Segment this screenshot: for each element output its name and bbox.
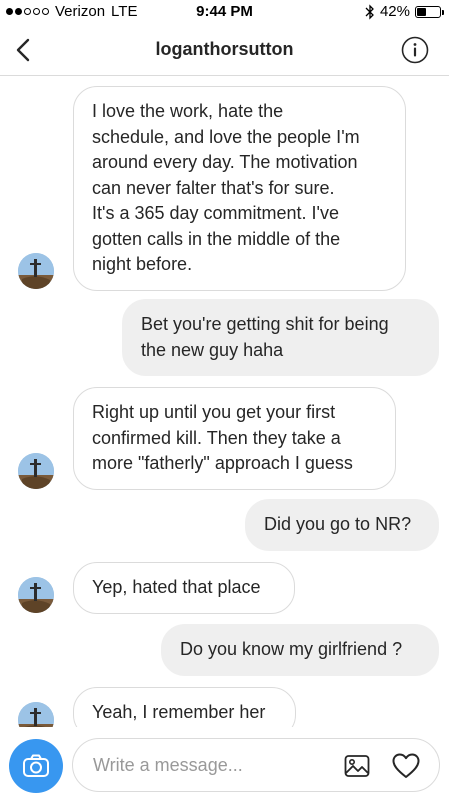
message-line: It's a 365 day commitment. I've — [92, 203, 339, 223]
message-line: Do you know my girlfriend ? — [180, 639, 403, 659]
message-line: the new guy haha — [141, 339, 284, 360]
message-line: gotten calls in the middle of the — [92, 228, 341, 249]
bluetooth-icon — [365, 3, 374, 20]
info-button[interactable] — [401, 36, 429, 64]
message-input[interactable] — [93, 739, 333, 791]
message-thread[interactable]: I love the work, hate the schedule, and … — [0, 77, 449, 727]
conversation-header: loganthorsutton — [0, 24, 449, 76]
battery-icon — [415, 5, 444, 18]
heart-icon — [392, 753, 420, 778]
message-line: confirmed kill. Then they take a — [92, 427, 341, 448]
avatar-photo — [18, 702, 54, 727]
conversation-title[interactable]: loganthorsutton — [0, 39, 449, 60]
battery-fill — [417, 7, 427, 16]
message-bubble-outgoing[interactable]: Did you go to NR? — [245, 499, 439, 551]
gallery-button[interactable] — [343, 752, 371, 780]
status-right: 42% — [365, 3, 444, 20]
message-line: night before. — [92, 254, 193, 274]
avatar[interactable] — [18, 577, 54, 613]
avatar-photo — [18, 453, 54, 489]
message-line: Did you go to NR? — [264, 514, 412, 534]
message-bubble-outgoing[interactable]: Do you know my girlfriend ? — [161, 624, 439, 676]
message-input-container — [72, 738, 440, 792]
message-line: Yeah, I remember her — [92, 702, 266, 722]
avatar[interactable] — [18, 253, 54, 289]
message-bubble-incoming[interactable]: Right up until you get your first confir… — [73, 387, 396, 490]
camera-icon — [23, 754, 49, 777]
info-icon — [401, 36, 429, 64]
avatar[interactable] — [18, 453, 54, 489]
avatar-photo — [18, 253, 54, 289]
image-icon — [344, 755, 370, 777]
message-line: schedule, and love the people I'm — [92, 126, 360, 147]
message-bubble-incoming[interactable]: I love the work, hate the schedule, and … — [73, 86, 406, 291]
message-line: more "fatherly" approach I guess — [92, 453, 353, 473]
heart-button[interactable] — [391, 751, 421, 781]
message-line: I love the work, hate the — [92, 101, 284, 121]
message-line: Yep, hated that place — [92, 577, 261, 597]
status-bar: Verizon LTE 9:44 PM 42% — [0, 0, 449, 24]
camera-button[interactable] — [9, 739, 63, 793]
avatar-photo — [18, 577, 54, 613]
battery-percent: 42% — [379, 3, 410, 20]
message-bubble-incoming[interactable]: Yeah, I remember her — [73, 687, 296, 727]
avatar[interactable] — [18, 702, 54, 727]
compose-bar — [0, 727, 449, 800]
message-bubble-outgoing[interactable]: Bet you're getting shit for being the ne… — [122, 299, 439, 376]
message-line: can never falter that's for sure. — [92, 177, 335, 198]
message-line: Bet you're getting shit for being — [141, 314, 389, 334]
message-bubble-incoming[interactable]: Yep, hated that place — [73, 562, 295, 614]
message-line: around every day. The motivation — [92, 152, 358, 172]
message-line: Right up until you get your first — [92, 402, 336, 422]
